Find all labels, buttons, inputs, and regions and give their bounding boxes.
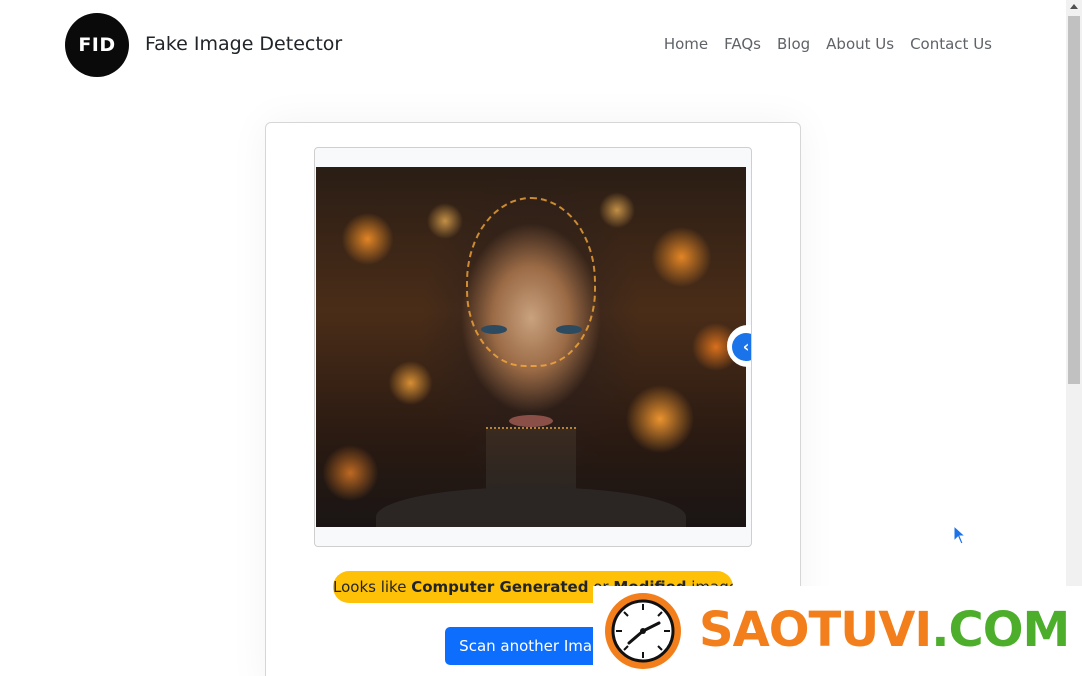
image-comparison-frame: ‹ [314, 147, 752, 547]
watermark-text-part1: SAOTUVI [699, 602, 932, 658]
site-brand-name[interactable]: Fake Image Detector [145, 33, 342, 55]
image-shoulders [376, 487, 686, 527]
scrollbar-thumb[interactable] [1068, 16, 1080, 384]
site-logo[interactable]: FID [65, 13, 129, 77]
nav-contact-link[interactable]: Contact Us [910, 35, 992, 53]
main-nav: Home FAQs Blog About Us Contact Us [664, 35, 992, 53]
site-header: FID Fake Image Detector Home FAQs Blog A… [0, 0, 1066, 90]
result-strong-computer-generated: Computer Generated [411, 578, 589, 596]
scanned-image [316, 167, 746, 527]
chevron-left-icon[interactable]: ‹ [732, 333, 751, 361]
image-face-circuit-outline [466, 197, 596, 367]
scroll-up-arrow-icon[interactable] [1070, 4, 1078, 9]
result-prefix: Looks like [333, 578, 412, 596]
image-right-eye [556, 325, 582, 334]
nav-blog-link[interactable]: Blog [777, 35, 810, 53]
image-left-eye [481, 325, 507, 334]
page-scrollbar[interactable] [1066, 0, 1082, 676]
nav-about-link[interactable]: About Us [826, 35, 894, 53]
watermark-text-part2: .COM [931, 602, 1070, 658]
watermark-banner: SAOTUVI.COM [593, 586, 1082, 676]
nav-faqs-link[interactable]: FAQs [724, 35, 761, 53]
watermark-text: SAOTUVI.COM [699, 600, 1070, 660]
nav-home-link[interactable]: Home [664, 35, 708, 53]
mouse-pointer-icon [953, 525, 967, 545]
clock-icon [605, 593, 681, 669]
image-lips [509, 415, 553, 427]
